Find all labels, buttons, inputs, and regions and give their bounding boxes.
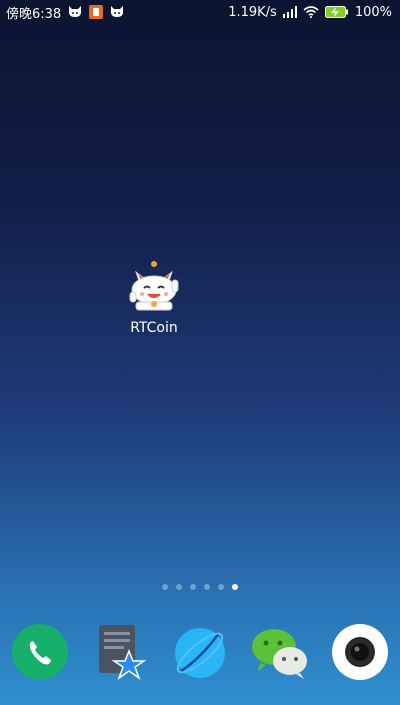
status-bar-left: 傍晚6:38	[6, 3, 125, 22]
wechat-icon	[252, 629, 307, 679]
page-dot[interactable]	[218, 584, 224, 590]
status-bar: 傍晚6:38 1.19K/s 100%	[0, 0, 400, 24]
network-speed-text: 1.19K/s	[228, 4, 277, 20]
media-icon	[89, 5, 104, 19]
file-manager-app[interactable]	[90, 622, 150, 682]
rtcoin-app-shortcut[interactable]: RTCoin	[118, 258, 190, 336]
page-dot[interactable]	[176, 584, 182, 590]
app-label: RTCoin	[130, 320, 178, 336]
page-dot[interactable]	[190, 584, 196, 590]
signal-icon	[282, 6, 297, 18]
dock	[0, 620, 400, 684]
battery-charging-icon	[324, 6, 348, 18]
camera-icon	[332, 624, 388, 680]
lucky-cat-icon	[129, 261, 179, 311]
phone-app[interactable]	[10, 622, 70, 682]
camera-app[interactable]	[330, 622, 390, 682]
page-dot[interactable]	[204, 584, 210, 590]
cat-icon	[111, 6, 124, 17]
status-bar-right: 1.19K/s 100%	[228, 5, 392, 20]
file-manager-star-icon	[99, 625, 147, 680]
cat-icon	[69, 6, 82, 17]
battery-percent-text: 100%	[354, 4, 392, 20]
clock-text: 傍晚6:38	[6, 6, 62, 22]
browser-app[interactable]	[170, 622, 230, 682]
browser-icon	[175, 628, 225, 678]
page-dot-active[interactable]	[232, 584, 238, 590]
page-indicator	[0, 584, 400, 590]
phone-icon	[12, 624, 68, 680]
page-dot[interactable]	[162, 584, 168, 590]
wechat-app[interactable]	[250, 622, 310, 682]
wifi-icon	[303, 6, 319, 18]
